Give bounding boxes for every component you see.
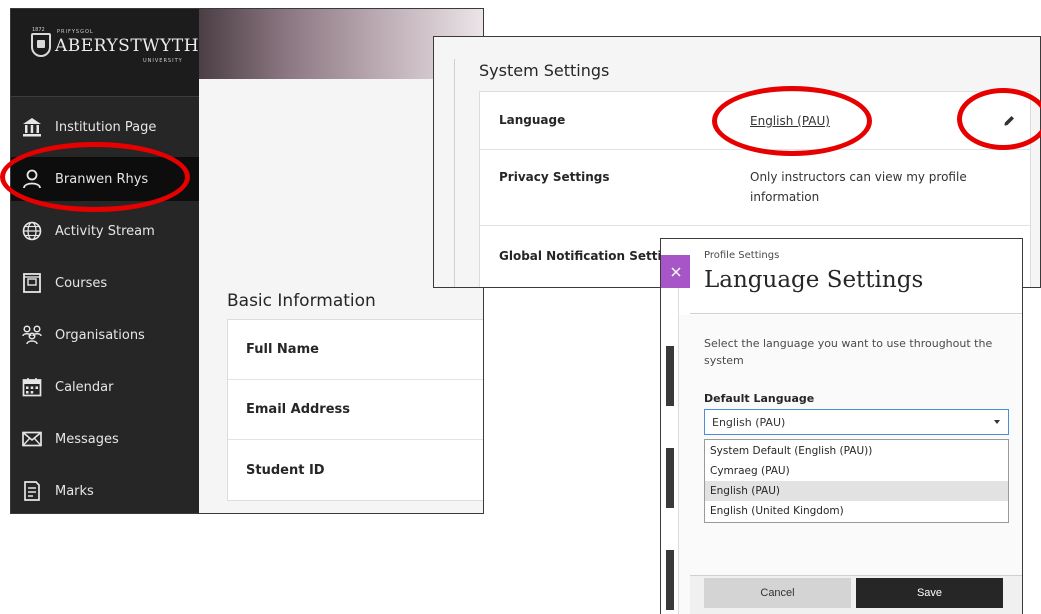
default-language-label: Default Language bbox=[704, 392, 815, 405]
globe-icon bbox=[22, 221, 42, 241]
close-icon bbox=[670, 266, 681, 277]
organisations-icon bbox=[22, 325, 42, 345]
sidebar: 1872 PRIFYSGOL ABERYSTWYTH UNIVERSITY In… bbox=[11, 9, 199, 513]
strip-marker bbox=[666, 346, 674, 406]
breadcrumb[interactable]: Profile Settings bbox=[704, 250, 779, 261]
envelope-icon bbox=[22, 431, 42, 447]
default-language-select[interactable]: English (PAU) bbox=[704, 409, 1009, 435]
sidebar-item-label: Organisations bbox=[55, 327, 145, 343]
close-button[interactable] bbox=[661, 255, 690, 288]
sidebar-item-calendar[interactable]: Calendar bbox=[11, 365, 199, 409]
main-window: 1872 PRIFYSGOL ABERYSTWYTH UNIVERSITY In… bbox=[10, 8, 484, 514]
sidebar-item-label: Messages bbox=[55, 431, 119, 447]
setting-label-privacy: Privacy Settings bbox=[499, 170, 610, 184]
language-option-english-pau[interactable]: English (PAU) bbox=[705, 481, 1008, 501]
sidebar-item-label: Calendar bbox=[55, 379, 114, 395]
language-settings-panel: Profile Settings Language Settings Selec… bbox=[660, 238, 1023, 614]
cancel-button[interactable]: Cancel bbox=[704, 578, 851, 608]
save-button[interactable]: Save bbox=[856, 578, 1003, 608]
institution-icon bbox=[23, 118, 41, 137]
info-row-student-id[interactable]: Student ID bbox=[228, 440, 483, 500]
setting-label-global-notification: Global Notification Settin bbox=[499, 249, 671, 263]
marks-icon bbox=[24, 481, 40, 501]
setting-label-language: Language bbox=[499, 113, 566, 127]
basic-information-title: Basic Information bbox=[227, 291, 376, 311]
highlight-ellipse-profile bbox=[0, 142, 190, 212]
sidebar-item-label: Institution Page bbox=[55, 119, 157, 135]
select-current-value: English (PAU) bbox=[712, 415, 786, 429]
logo-subtitle-bottom: UNIVERSITY bbox=[143, 58, 183, 64]
crest-icon bbox=[31, 33, 51, 57]
dropdown-arrow-icon bbox=[994, 420, 1000, 424]
panel-side-strip bbox=[661, 288, 679, 614]
language-option-english-uk[interactable]: English (United Kingdom) bbox=[705, 501, 1008, 521]
language-options-list: System Default (English (PAU)) Cymraeg (… bbox=[704, 439, 1009, 523]
divider bbox=[454, 59, 455, 287]
system-settings-title: System Settings bbox=[479, 61, 610, 80]
basic-information-card: Full Name Email Address Student ID bbox=[227, 319, 483, 501]
courses-icon bbox=[23, 273, 41, 293]
logo-year: 1872 bbox=[32, 27, 45, 33]
info-row-full-name[interactable]: Full Name bbox=[228, 320, 483, 380]
setting-row-privacy[interactable]: Privacy Settings Only instructors can vi… bbox=[480, 150, 1030, 226]
logo-subtitle-top: PRIFYSGOL bbox=[57, 29, 94, 35]
language-option-system-default[interactable]: System Default (English (PAU)) bbox=[705, 441, 1008, 461]
language-option-cymraeg[interactable]: Cymraeg (PAU) bbox=[705, 461, 1008, 481]
strip-marker bbox=[666, 550, 674, 610]
info-row-label: Full Name bbox=[246, 342, 319, 357]
sidebar-item-organisations[interactable]: Organisations bbox=[11, 313, 199, 357]
sidebar-item-messages[interactable]: Messages bbox=[11, 417, 199, 461]
info-row-email-address[interactable]: Email Address bbox=[228, 380, 483, 440]
language-settings-description: Select the language you want to use thro… bbox=[704, 337, 993, 367]
language-settings-title: Language Settings bbox=[704, 267, 924, 293]
privacy-value: Only instructors can view my profile inf… bbox=[750, 170, 967, 204]
sidebar-item-label: Activity Stream bbox=[55, 223, 155, 239]
info-row-label: Student ID bbox=[246, 462, 325, 478]
sidebar-item-label: Marks bbox=[55, 483, 94, 499]
highlight-ellipse-language-value bbox=[712, 86, 872, 156]
sidebar-item-activity-stream[interactable]: Activity Stream bbox=[11, 209, 199, 253]
strip-marker bbox=[666, 448, 674, 508]
calendar-icon bbox=[22, 378, 42, 397]
info-row-label: Email Address bbox=[246, 402, 351, 417]
logo-name: ABERYSTWYTH bbox=[55, 36, 200, 56]
highlight-ellipse-edit bbox=[957, 88, 1041, 150]
sidebar-item-label: Courses bbox=[55, 275, 108, 291]
sidebar-item-marks[interactable]: Marks bbox=[11, 469, 199, 513]
sidebar-item-courses[interactable]: Courses bbox=[11, 261, 199, 305]
university-logo[interactable]: 1872 PRIFYSGOL ABERYSTWYTH UNIVERSITY bbox=[11, 9, 199, 97]
